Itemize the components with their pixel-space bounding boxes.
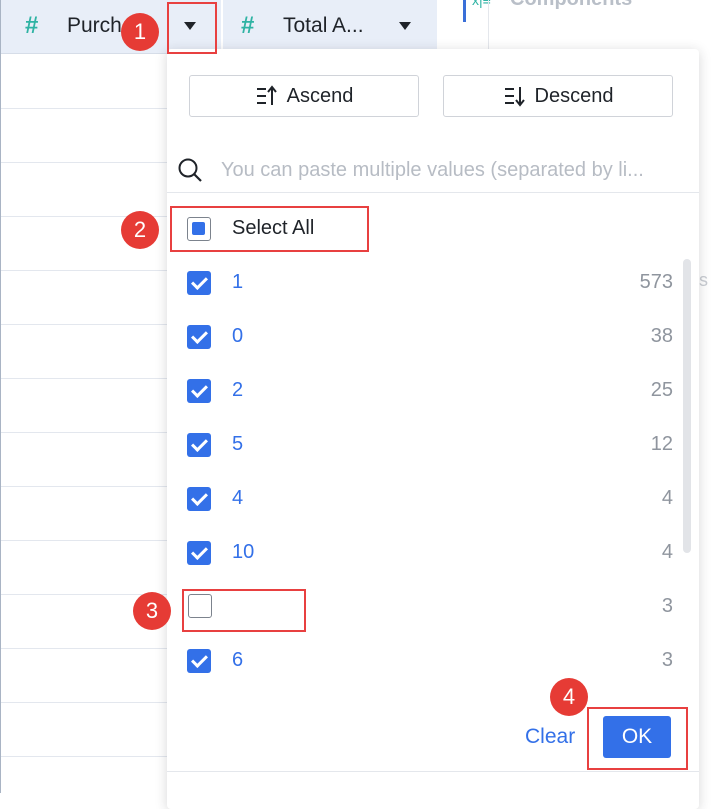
- step-badge-2: 2: [121, 211, 159, 249]
- filter-popup: Ascend Descend Select All 1 573 0 38: [167, 49, 699, 809]
- option-label: 2: [232, 379, 244, 401]
- column-title: Total A...: [283, 14, 364, 37]
- option-label: 4: [232, 487, 244, 509]
- search-input[interactable]: [219, 153, 689, 187]
- list-item[interactable]: 10 4: [167, 533, 677, 573]
- option-count: 573: [639, 271, 673, 293]
- sort-ascend-label: Ascend: [286, 84, 354, 107]
- hash-icon: #: [241, 12, 255, 39]
- option-checkbox[interactable]: [187, 379, 211, 403]
- sort-descend-icon: [504, 87, 525, 107]
- faint-text: s: [699, 270, 708, 290]
- option-checkbox[interactable]: [187, 433, 211, 457]
- highlight-box-dropdown: [167, 2, 217, 54]
- sort-descend-button[interactable]: Descend: [443, 75, 673, 117]
- list-item[interactable]: 0 38: [167, 317, 677, 357]
- option-label: 5: [232, 433, 244, 455]
- option-count: 4: [661, 487, 673, 509]
- components-title: Components: [510, 0, 632, 11]
- list-scrollbar[interactable]: [683, 259, 691, 553]
- search-icon: [178, 158, 202, 182]
- option-checkbox[interactable]: [187, 271, 211, 295]
- option-checkbox[interactable]: [187, 541, 211, 565]
- search-row: [167, 145, 699, 193]
- list-item[interactable]: 6 3: [167, 641, 677, 681]
- column-header-total[interactable]: # Total A...: [223, 0, 437, 54]
- option-label: 1: [232, 271, 244, 293]
- option-count: 38: [650, 325, 673, 347]
- step-badge-4: 4: [550, 678, 588, 716]
- column-title: Purch: [67, 14, 122, 37]
- option-count: 4: [661, 541, 673, 563]
- option-label: 0: [232, 325, 244, 347]
- highlight-box-empty-value: [182, 589, 306, 632]
- sort-ascend-icon: [256, 85, 277, 105]
- column-divider: [221, 0, 223, 54]
- option-checkbox[interactable]: [187, 649, 211, 673]
- option-checkbox[interactable]: [187, 487, 211, 511]
- option-count: 12: [650, 433, 673, 455]
- sort-descend-label: Descend: [534, 84, 614, 107]
- step-badge-3: 3: [133, 592, 171, 630]
- hash-icon: #: [25, 12, 39, 39]
- option-label: 6: [232, 649, 244, 671]
- list-item[interactable]: 1 573: [167, 263, 677, 303]
- option-count: 3: [661, 595, 673, 617]
- footer-divider: [167, 771, 699, 772]
- clear-button[interactable]: Clear: [525, 725, 575, 749]
- sort-ascend-button[interactable]: Ascend: [189, 75, 419, 117]
- list-item[interactable]: 5 12: [167, 425, 677, 465]
- list-item[interactable]: 4 4: [167, 479, 677, 519]
- highlight-box-ok: [587, 707, 688, 770]
- option-checkbox[interactable]: [187, 325, 211, 349]
- active-indicator: [463, 0, 466, 22]
- option-label: 10: [232, 541, 255, 563]
- dropdown-arrow-icon[interactable]: [399, 22, 411, 30]
- list-item[interactable]: 2 25: [167, 371, 677, 411]
- step-badge-1: 1: [121, 13, 159, 51]
- option-count: 25: [650, 379, 673, 401]
- highlight-box-select-all: [170, 206, 369, 252]
- option-count: 3: [661, 649, 673, 671]
